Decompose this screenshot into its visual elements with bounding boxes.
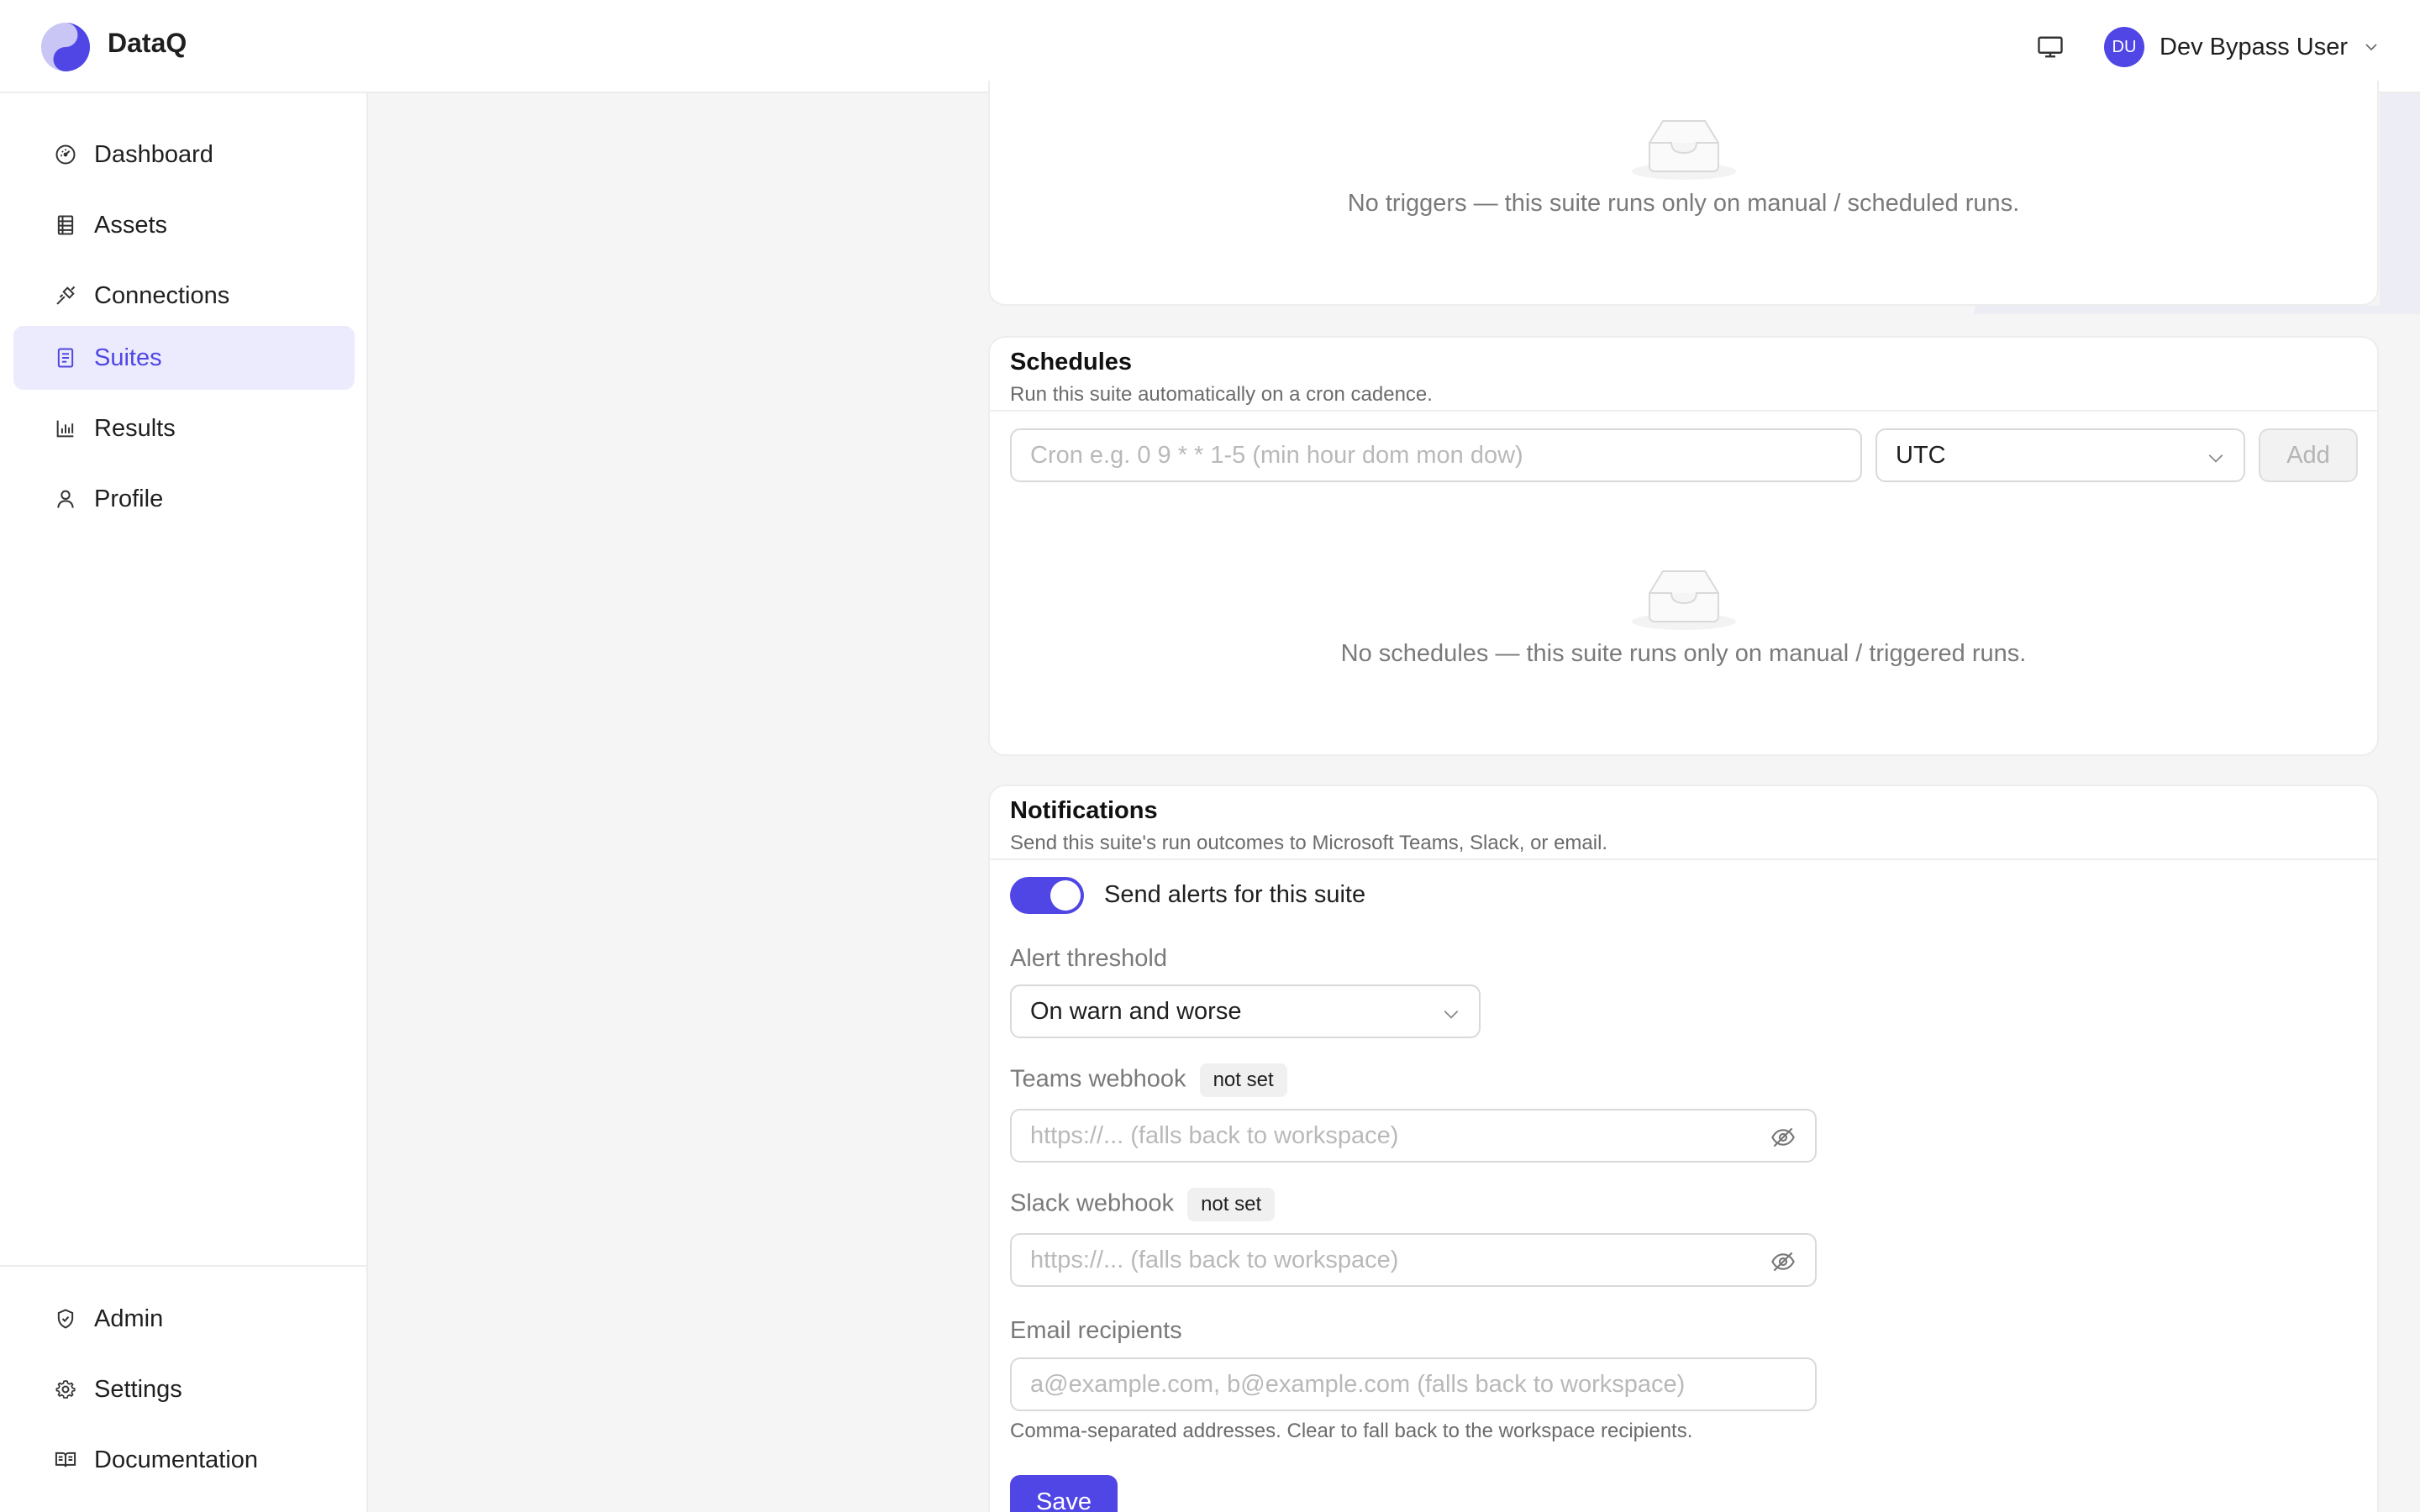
user-name: Dev Bypass User <box>2160 33 2349 60</box>
cron-input[interactable] <box>1030 430 1860 480</box>
sidebar-item-label: Settings <box>94 1375 182 1403</box>
avatar: DU <box>2104 27 2144 67</box>
sidebar-item-label: Admin <box>94 1305 164 1332</box>
teams-webhook-label-row: Teams webhook not set <box>1010 1063 1287 1097</box>
cron-input-field[interactable] <box>1010 428 1862 482</box>
empty-inbox-icon <box>1631 120 1736 180</box>
eye-off-icon[interactable] <box>1770 1124 1797 1151</box>
sidebar-item-documentation[interactable]: Documentation <box>13 1428 355 1492</box>
gear-icon <box>54 1378 77 1401</box>
schedules-empty-text: No schedules — this suite runs only on m… <box>1340 640 2027 667</box>
email-recipients-input[interactable] <box>1030 1359 1815 1410</box>
sidebar-item-assets[interactable]: Assets <box>13 193 355 257</box>
chevron-down-icon <box>2208 454 2223 463</box>
chevron-down-icon <box>2365 44 2377 51</box>
email-hint: Comma-separated addresses. Clear to fall… <box>1010 1420 1693 1442</box>
schedules-card: Schedules Run this suite automatically o… <box>988 336 2379 756</box>
plug-icon <box>54 284 77 307</box>
send-alerts-toggle[interactable] <box>1010 877 1084 914</box>
monitor-icon[interactable] <box>2035 32 2065 62</box>
teams-status-badge: not set <box>1199 1063 1287 1097</box>
sidebar-item-label: Documentation <box>94 1446 259 1473</box>
sidebar-item-suites[interactable]: Suites <box>13 326 355 390</box>
teams-webhook-input[interactable] <box>1030 1110 1756 1161</box>
slack-webhook-label-row: Slack webhook not set <box>1010 1188 1276 1221</box>
book-icon <box>54 1448 77 1472</box>
sidebar: Dashboard Assets Connections Suites Resu… <box>0 93 368 1512</box>
dataq-logo-icon[interactable] <box>40 22 91 72</box>
sidebar-item-label: Dashboard <box>94 140 213 168</box>
shield-check-icon <box>54 1307 77 1331</box>
alert-threshold-select[interactable]: On warn and worse <box>1010 984 1481 1038</box>
sidebar-item-label: Connections <box>94 281 230 309</box>
user-menu[interactable]: DU Dev Bypass User <box>2104 25 2380 69</box>
sidebar-divider <box>0 1265 366 1267</box>
schedules-header: Schedules Run this suite automatically o… <box>990 338 2377 412</box>
schedules-empty-state: No schedules — this suite runs only on m… <box>990 561 2377 668</box>
send-alerts-label: Send alerts for this suite <box>1104 881 1366 908</box>
sidebar-item-dashboard[interactable]: Dashboard <box>13 123 355 186</box>
triggers-empty-state: No triggers — this suite runs only on ma… <box>990 111 2377 218</box>
sidebar-item-profile[interactable]: Profile <box>13 467 355 531</box>
sidebar-item-label: Assets <box>94 211 168 239</box>
timezone-value: UTC <box>1896 441 1946 469</box>
schedules-title: Schedules <box>1010 349 1133 375</box>
scroll-gutter-base <box>1975 306 2420 314</box>
teams-webhook-label: Teams webhook <box>1010 1065 1186 1093</box>
slack-status-badge: not set <box>1187 1188 1276 1221</box>
sidebar-item-label: Suites <box>94 344 162 371</box>
toggle-knob <box>1050 880 1081 911</box>
table-icon <box>54 213 77 237</box>
top-header: DataQ DU Dev Bypass User <box>0 0 2420 93</box>
slack-webhook-field[interactable] <box>1010 1233 1817 1287</box>
user-icon <box>54 487 77 511</box>
notifications-title: Notifications <box>1010 797 1158 824</box>
add-schedule-button[interactable]: Add <box>2259 428 2358 482</box>
schedules-subtitle: Run this suite automatically on a cron c… <box>1010 383 1433 406</box>
chevron-down-icon <box>1444 1011 1459 1019</box>
sidebar-item-results[interactable]: Results <box>13 396 355 460</box>
email-recipients-field[interactable] <box>1010 1357 1817 1411</box>
email-recipients-label: Email recipients <box>1010 1317 1182 1344</box>
notifications-subtitle: Send this suite's run outcomes to Micros… <box>1010 832 1608 854</box>
alert-threshold-label: Alert threshold <box>1010 945 1167 972</box>
sidebar-item-settings[interactable]: Settings <box>13 1357 355 1421</box>
app-title: DataQ <box>108 28 187 58</box>
sidebar-item-label: Results <box>94 414 176 442</box>
notifications-header: Notifications Send this suite's run outc… <box>990 786 2377 860</box>
teams-webhook-field[interactable] <box>1010 1109 1817 1163</box>
triggers-empty-text: No triggers — this suite runs only on ma… <box>1347 190 2020 217</box>
gauge-icon <box>54 143 77 166</box>
scroll-gutter <box>2380 93 2420 313</box>
sidebar-item-connections[interactable]: Connections <box>13 264 355 328</box>
save-button[interactable]: Save <box>1010 1475 1118 1512</box>
alert-threshold-value: On warn and worse <box>1030 997 1242 1025</box>
eye-off-icon[interactable] <box>1770 1248 1797 1275</box>
timezone-select[interactable]: UTC <box>1876 428 2245 482</box>
bar-chart-icon <box>54 417 77 440</box>
sidebar-item-label: Profile <box>94 485 164 512</box>
triggers-card: No triggers — this suite runs only on ma… <box>988 81 2379 306</box>
sidebar-item-admin[interactable]: Admin <box>13 1287 355 1351</box>
slack-webhook-input[interactable] <box>1030 1235 1756 1285</box>
checklist-icon <box>54 346 77 370</box>
slack-webhook-label: Slack webhook <box>1010 1189 1175 1217</box>
empty-inbox-icon <box>1631 570 1736 630</box>
